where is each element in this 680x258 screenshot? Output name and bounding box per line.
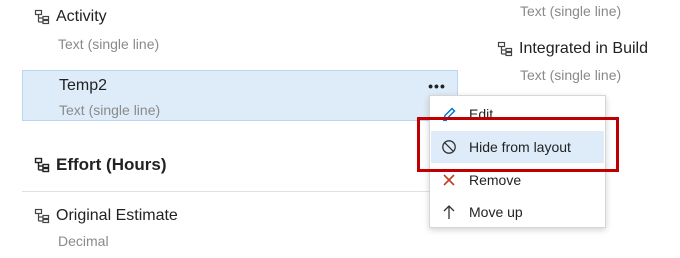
menu-item-label: Move up bbox=[469, 204, 523, 220]
field-label: Original Estimate bbox=[56, 207, 178, 224]
field-hierarchy-icon bbox=[34, 208, 50, 224]
field-activity[interactable]: Activity Text (single line) bbox=[34, 8, 159, 52]
field-hierarchy-icon bbox=[497, 41, 513, 57]
more-actions-button[interactable]: ••• bbox=[425, 78, 449, 94]
field-integrated-in-build[interactable]: Integrated in Build Text (single line) bbox=[497, 40, 648, 83]
menu-item-label: Remove bbox=[469, 172, 522, 188]
field-label: Activity bbox=[56, 8, 107, 25]
field-label: Integrated in Build bbox=[519, 40, 648, 57]
field-type: Decimal bbox=[58, 233, 109, 249]
group-label: Effort (Hours) bbox=[56, 155, 167, 174]
field-temp2-selected[interactable]: Temp2 Text (single line) ••• bbox=[22, 70, 458, 121]
divider bbox=[22, 191, 452, 192]
group-effort-hours[interactable]: Effort (Hours) bbox=[34, 155, 166, 175]
field-type: Text (single line) bbox=[520, 3, 622, 19]
remove-x-icon bbox=[441, 172, 457, 188]
arrow-up-icon bbox=[441, 204, 457, 220]
field-original-estimate[interactable]: Original Estimate Decimal bbox=[34, 207, 178, 249]
field-hierarchy-icon bbox=[34, 9, 50, 25]
field-label: Temp2 bbox=[59, 77, 108, 94]
field-type: Text (single line) bbox=[59, 102, 161, 118]
field-type: Text (single line) bbox=[58, 36, 160, 52]
field-hierarchy-icon bbox=[34, 157, 50, 173]
menu-item-move-up[interactable]: Move up bbox=[431, 196, 604, 228]
highlight-annotation-box bbox=[417, 117, 619, 172]
field-type: Text (single line) bbox=[520, 67, 622, 83]
